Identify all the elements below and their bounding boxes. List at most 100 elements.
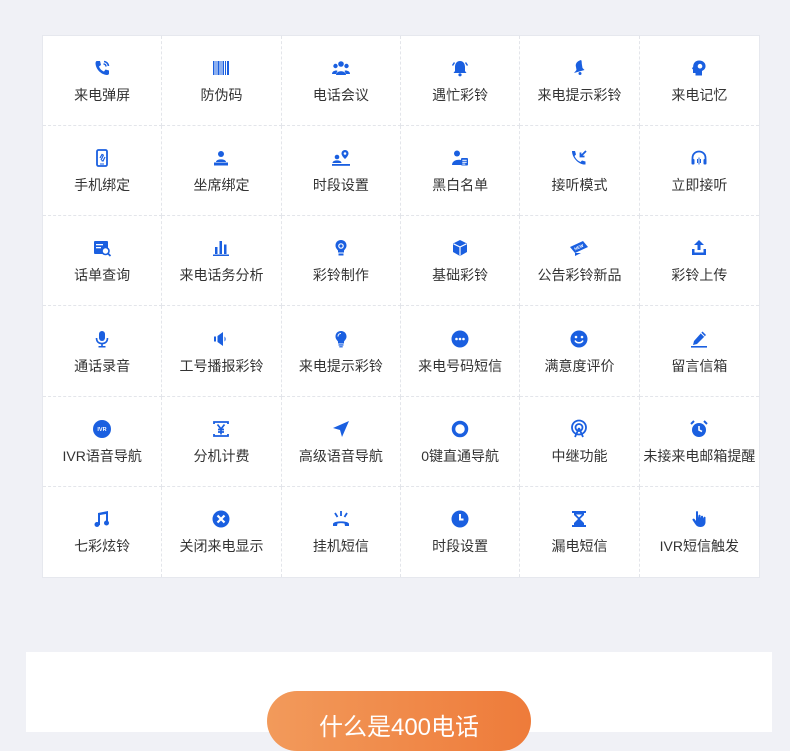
feature-label: 挂机短信 [312, 538, 369, 555]
head-memory-icon [688, 57, 710, 79]
feature-item[interactable]: 高级语音导航 [281, 396, 401, 487]
feature-item[interactable]: 挂机短信 [282, 486, 401, 577]
ring-icon [449, 418, 471, 440]
feature-item[interactable]: 工号播报彩铃 [162, 306, 282, 397]
feature-item[interactable]: 话单查询 [43, 216, 163, 307]
chat-dots-icon [449, 328, 471, 350]
feature-item[interactable]: 通话录音 [43, 306, 163, 397]
feature-label: 分机计费 [193, 447, 250, 464]
feature-label: 来电号码短信 [418, 357, 503, 374]
feature-label: 彩铃上传 [671, 267, 728, 284]
feature-item[interactable]: 七彩炫铃 [43, 486, 163, 577]
person-location-icon [330, 147, 352, 169]
feature-label: 立即接听 [671, 177, 728, 194]
feature-label: 中继功能 [551, 447, 608, 464]
feature-grid: 来电弹屏 防伪码 电话会议 遇忙彩铃 来电提示彩铃 来电记忆 手机绑定 坐席绑定 时段设置 黑白名… [43, 36, 759, 577]
hang-up-icon [330, 508, 352, 530]
feature-label: 来电话务分析 [179, 267, 264, 284]
feature-item[interactable]: 满意度评价 [520, 306, 640, 397]
feature-label: 高级语音导航 [298, 447, 383, 464]
clock-icon [449, 508, 471, 530]
cube-icon [449, 237, 471, 259]
agent-desk-icon [210, 147, 232, 169]
bell-icon [449, 57, 471, 79]
feature-label: 关闭来电显示 [179, 538, 264, 555]
close-circle-icon [210, 508, 232, 530]
feature-label: 遇忙彩铃 [432, 87, 489, 104]
barcode-icon [210, 57, 232, 79]
feature-item[interactable]: 0键直通导航 [401, 396, 521, 487]
feature-label: 满意度评价 [544, 357, 615, 374]
feature-item[interactable]: 漏电短信 [520, 486, 640, 577]
feature-item[interactable]: 电话会议 [281, 36, 401, 127]
contact-list-icon [449, 147, 471, 169]
feature-item[interactable]: 时段设置 [401, 486, 521, 577]
feature-label: 工号播报彩铃 [179, 357, 264, 374]
feature-item[interactable]: 立即接听 [639, 126, 759, 217]
feature-label: 漏电短信 [551, 538, 608, 555]
microphone-icon [91, 328, 113, 350]
feature-item[interactable]: NEW 公告彩铃新品 [520, 216, 640, 307]
feature-label: 时段设置 [312, 177, 369, 194]
music-note-icon [91, 508, 113, 530]
feature-label: 来电记忆 [671, 87, 728, 104]
feature-label: 来电弹屏 [74, 87, 131, 104]
tap-hand-icon [688, 508, 710, 530]
feature-item[interactable]: 关闭来电显示 [162, 486, 282, 577]
feature-label: 0键直通导航 [421, 447, 500, 464]
feature-label: 通话录音 [74, 357, 131, 374]
feature-item[interactable]: 彩铃上传 [639, 216, 759, 307]
group-icon [330, 57, 352, 79]
feature-label: 来电提示彩铃 [537, 87, 622, 104]
feature-label: 坐席绑定 [193, 177, 250, 194]
feature-item[interactable]: 手机绑定 [43, 126, 163, 217]
navigation-arrow-icon [330, 418, 352, 440]
feature-label: 公告彩铃新品 [537, 267, 622, 284]
feature-label: 未接来电邮箱提醒 [643, 447, 756, 464]
feature-item[interactable]: 来电话务分析 [162, 216, 282, 307]
incoming-call-icon [568, 147, 590, 169]
feature-item[interactable]: 来电提示彩铃 [281, 306, 401, 397]
feature-item[interactable]: 彩铃制作 [281, 216, 401, 307]
bill-search-icon [91, 237, 113, 259]
hourglass-icon [568, 508, 590, 530]
feature-item[interactable]: 未接来电邮箱提醒 [639, 397, 759, 487]
feature-label: 手机绑定 [74, 177, 131, 194]
feature-item[interactable]: 来电号码短信 [401, 306, 521, 397]
feature-label: 接听模式 [551, 177, 608, 194]
feature-item[interactable]: 遇忙彩铃 [401, 36, 521, 127]
feature-item[interactable]: 来电提示彩铃 [520, 36, 640, 127]
feature-item[interactable]: 黑白名单 [401, 126, 521, 217]
headset-icon [688, 147, 710, 169]
feature-label: 话单查询 [74, 267, 131, 284]
feature-item[interactable]: IVR IVR语音导航 [43, 396, 163, 487]
yen-icon [210, 418, 232, 440]
bar-chart-icon [210, 237, 232, 259]
smiley-icon [568, 328, 590, 350]
ivr-badge-icon: IVR [91, 418, 113, 440]
feature-item[interactable]: 防伪码 [162, 36, 282, 127]
feature-label: 留言信箱 [671, 357, 728, 374]
feature-label: 电话会议 [312, 87, 369, 104]
feature-item[interactable]: 中继功能 [520, 396, 640, 487]
what-is-400-button[interactable]: 什么是400电话 [267, 691, 531, 751]
feature-label: 防伪码 [200, 87, 243, 104]
feature-item[interactable]: 留言信箱 [639, 306, 759, 397]
feature-item[interactable]: 分机计费 [162, 396, 282, 487]
feature-item[interactable]: 来电记忆 [639, 36, 759, 127]
feature-label: 黑白名单 [432, 177, 489, 194]
feature-item[interactable]: 来电弹屏 [43, 36, 163, 127]
feature-item[interactable]: IVR短信触发 [640, 487, 759, 577]
upload-icon [688, 237, 710, 259]
feature-label: 基础彩铃 [432, 267, 489, 284]
feature-label: IVR语音导航 [62, 447, 142, 464]
ringing-bell-icon [568, 57, 590, 79]
feature-item[interactable]: 接听模式 [520, 126, 640, 217]
feature-item[interactable]: 坐席绑定 [162, 126, 282, 217]
intro-section: 什么是400电话 [26, 652, 772, 751]
feature-item[interactable]: 基础彩铃 [401, 216, 521, 307]
pencil-icon [688, 328, 710, 350]
alarm-clock-icon [688, 418, 710, 440]
svg-text:IVR: IVR [98, 427, 107, 433]
feature-item[interactable]: 时段设置 [281, 126, 401, 217]
